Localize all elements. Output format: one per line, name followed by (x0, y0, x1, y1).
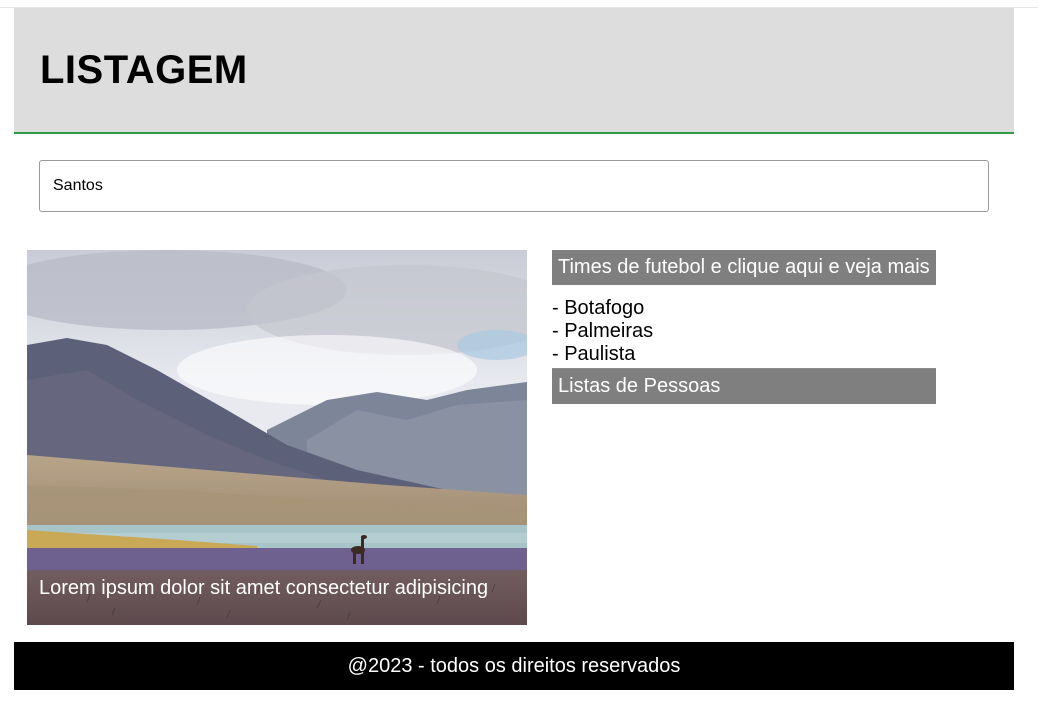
hero-image-card: Lorem ipsum dolor sit amet consectetur a… (27, 250, 527, 625)
search-input[interactable] (39, 160, 989, 212)
hero-caption: Lorem ipsum dolor sit amet consectetur a… (39, 577, 489, 599)
list-item: - Palmeiras (552, 320, 654, 342)
landscape-image (27, 250, 527, 625)
page-title: LISTAGEM (40, 48, 248, 92)
page-header: LISTAGEM (14, 8, 1014, 134)
people-heading-link[interactable]: Listas de Pessoas (552, 369, 936, 404)
list-item: - Botafogo (552, 297, 645, 319)
list-item: - Paulista (552, 343, 636, 365)
page-footer: @2023 - todos os direitos reservados (14, 642, 1014, 690)
teams-heading-link[interactable]: Times de futebol e clique aqui e veja ma… (552, 250, 936, 285)
teams-list: - Botafogo - Palmeiras - Paulista (552, 297, 936, 366)
footer-text: @2023 - todos os direitos reservados (347, 655, 681, 677)
sidebar: Times de futebol e clique aqui e veja ma… (552, 250, 936, 404)
